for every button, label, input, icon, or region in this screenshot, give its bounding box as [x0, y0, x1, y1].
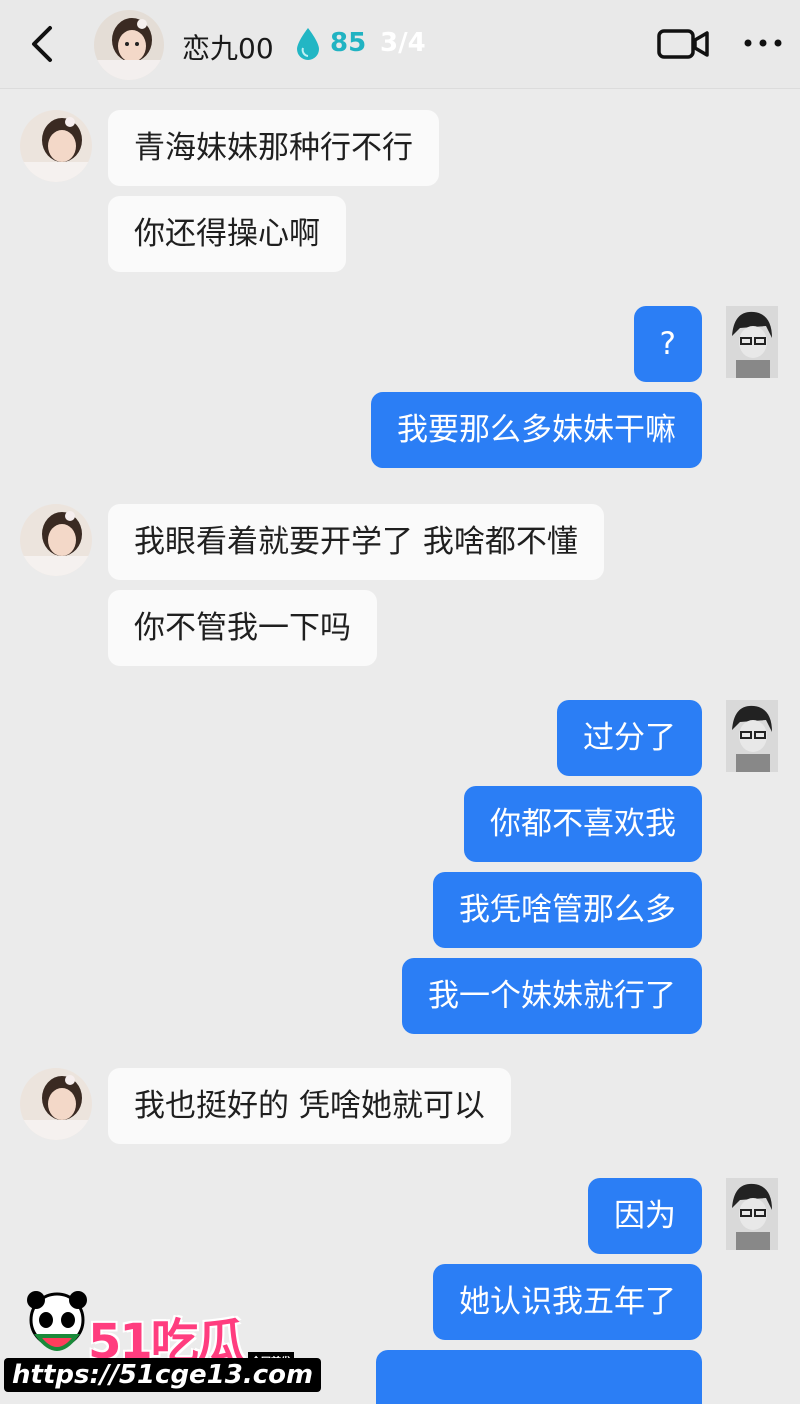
score-value: 85 [330, 28, 367, 58]
video-call-icon[interactable] [656, 26, 710, 62]
outgoing-message[interactable]: 她认识我五年了 [433, 1264, 702, 1340]
drop-icon [297, 28, 319, 60]
watermark-url: https://51cge13.com [4, 1358, 322, 1392]
my-message-avatar[interactable] [726, 306, 778, 378]
incoming-message[interactable]: 你还得操心啊 [108, 196, 346, 272]
back-icon[interactable] [22, 22, 62, 66]
outgoing-message[interactable]: 你都不喜欢我 [464, 786, 702, 862]
contact-avatar[interactable] [94, 10, 164, 80]
outgoing-message[interactable]: 我凭啥管那么多 [433, 872, 702, 948]
outgoing-message[interactable]: 因为 [588, 1178, 702, 1254]
incoming-message[interactable]: 青海妹妹那种行不行 [108, 110, 439, 186]
incoming-message[interactable]: 我眼看着就要开学了 我啥都不懂 [108, 504, 604, 580]
my-message-avatar[interactable] [726, 700, 778, 772]
chat-header: 恋九00 85 3/4 [0, 0, 800, 89]
panda-mascot-icon [27, 1291, 87, 1351]
contact-message-avatar[interactable] [20, 1068, 92, 1140]
outgoing-message[interactable]: ? [633, 306, 702, 382]
outgoing-message[interactable]: 我一个妹妹就行了 [402, 958, 702, 1034]
contact-message-avatar[interactable] [20, 504, 92, 576]
outgoing-message-partial[interactable] [376, 1350, 702, 1404]
contact-name: 恋九00 [182, 32, 274, 65]
outgoing-message[interactable]: 过分了 [557, 700, 702, 776]
page-indicator: 3/4 [380, 28, 426, 58]
my-message-avatar[interactable] [726, 1178, 778, 1250]
contact-message-avatar[interactable] [20, 110, 92, 182]
watermark: 51吃瓜 全网首发 https://51cge13.com [0, 1290, 322, 1400]
more-icon[interactable] [742, 36, 784, 50]
incoming-message[interactable]: 你不管我一下吗 [108, 590, 377, 666]
outgoing-message[interactable]: 我要那么多妹妹干嘛 [371, 392, 702, 468]
incoming-message[interactable]: 我也挺好的 凭啥她就可以 [108, 1068, 511, 1144]
